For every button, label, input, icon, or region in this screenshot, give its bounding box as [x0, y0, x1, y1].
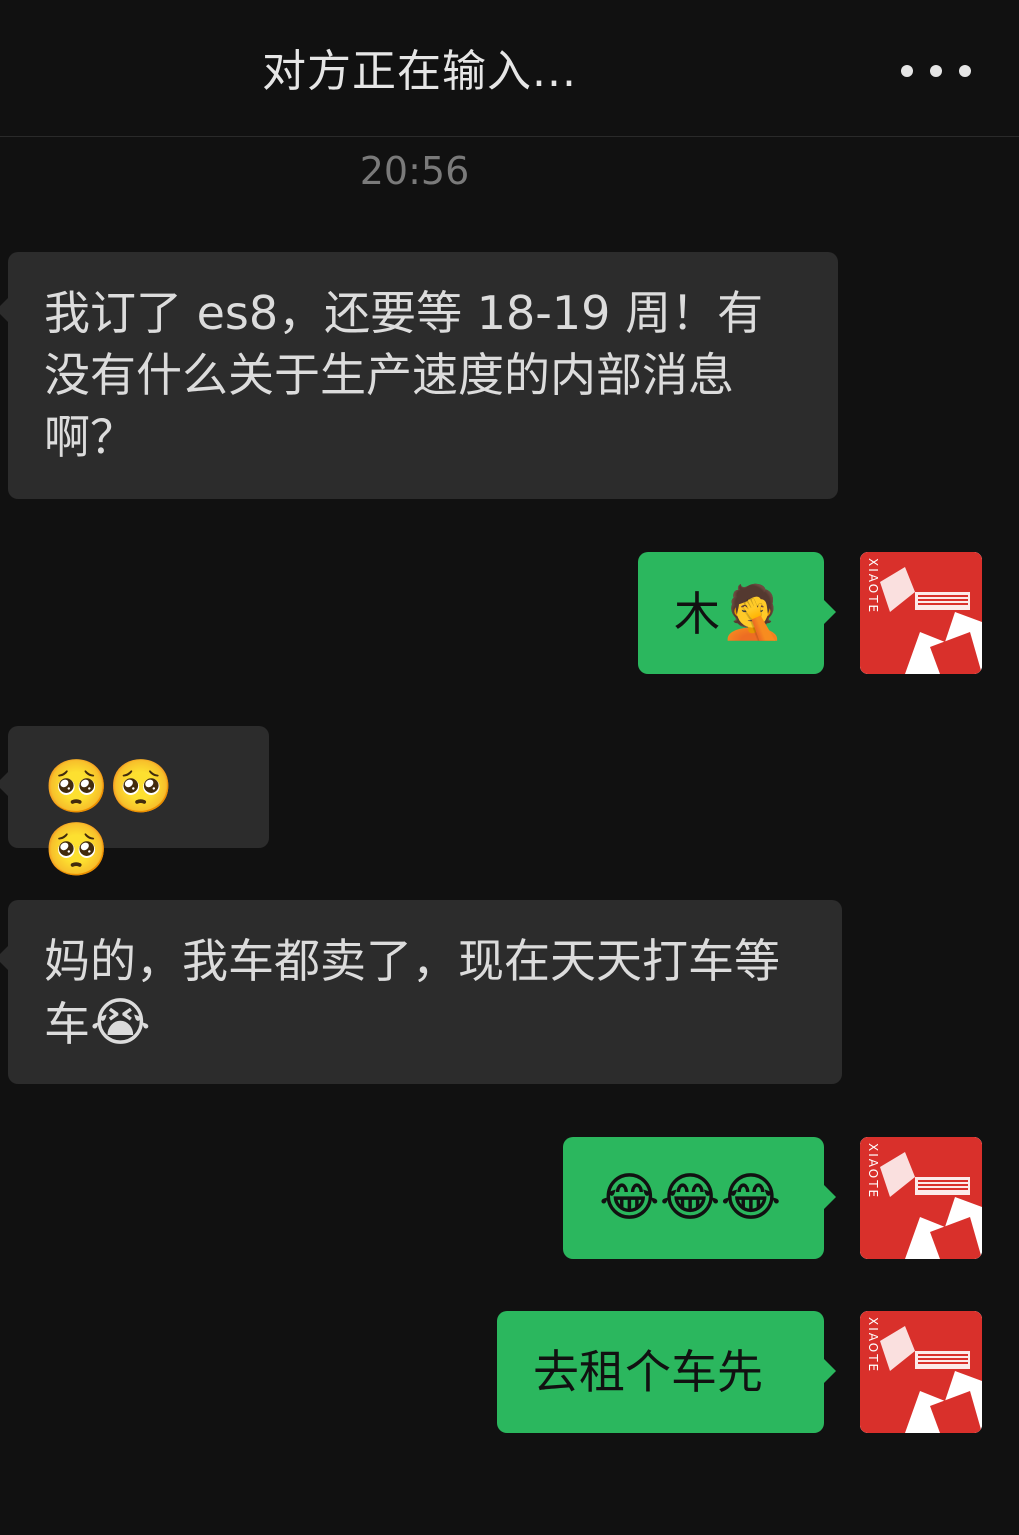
typing-status-title: 对方正在输入... [262, 46, 577, 97]
outgoing-message-bubble[interactable]: 木🤦 [638, 552, 836, 674]
incoming-message-bubble[interactable]: 妈的，我车都卖了，现在天天打车等车😭 [0, 900, 842, 1084]
message-text: 去租个车先 [533, 1345, 763, 1399]
avatar-brand-text: XIAOTE [866, 558, 880, 615]
user-avatar[interactable]: XIAOTE [860, 552, 982, 674]
avatar-brand-text: XIAOTE [866, 1317, 880, 1374]
outgoing-message-bubble[interactable]: 😂😂😂 [563, 1137, 836, 1259]
more-options-button[interactable] [901, 58, 971, 84]
message-text: 木 [674, 587, 720, 641]
incoming-message-bubble[interactable]: 我订了 es8，还要等 18-19 周！有没有什么关于生产速度的内部消息啊？ [0, 252, 838, 499]
user-avatar[interactable]: XIAOTE [860, 1137, 982, 1259]
message-text: 妈的，我车都卖了，现在天天打车等车 [44, 934, 780, 1051]
crying-face-emoji-icon: 😭 [90, 993, 151, 1053]
tears-of-joy-emoji-icon: 😂😂😂 [599, 1168, 782, 1228]
more-dots-icon [959, 65, 971, 77]
outgoing-message-bubble[interactable]: 去租个车先 [497, 1311, 836, 1433]
chat-header: 对方正在输入... [0, 0, 1019, 137]
pleading-face-emoji-icon: 🥺🥺🥺 [44, 757, 174, 880]
chat-screen: 对方正在输入... 20:56 我订了 es8，还要等 18-19 周！有没有什… [0, 0, 1019, 1535]
avatar-brand-text: XIAOTE [866, 1143, 880, 1200]
user-avatar[interactable]: XIAOTE [860, 1311, 982, 1433]
incoming-message-bubble[interactable]: 🥺🥺🥺 [0, 726, 269, 880]
message-text: 我订了 es8，还要等 18-19 周！有没有什么关于生产速度的内部消息啊？ [44, 286, 764, 464]
more-dots-icon [901, 65, 913, 77]
message-timestamp: 20:56 [359, 149, 470, 193]
more-dots-icon [930, 65, 942, 77]
facepalm-emoji-icon: 🤦 [720, 583, 785, 643]
